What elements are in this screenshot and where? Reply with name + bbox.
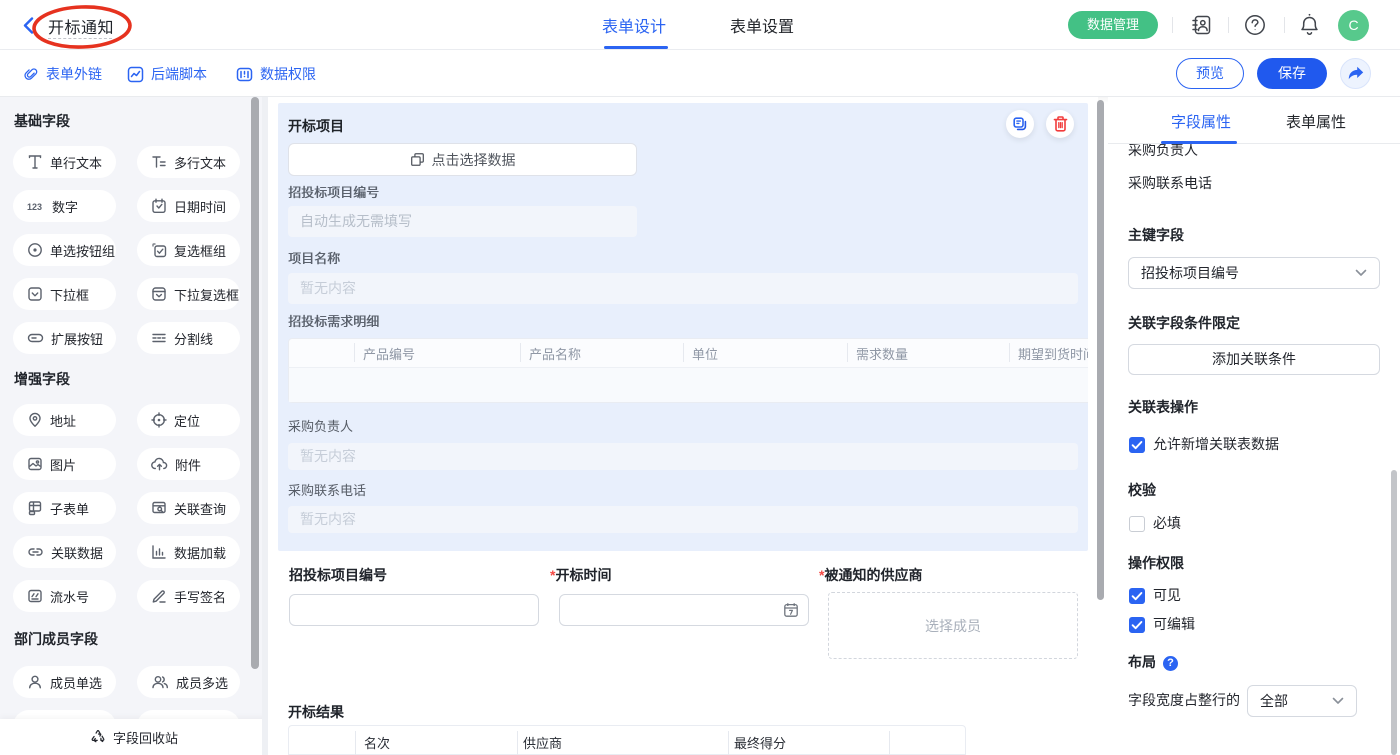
svg-text:123: 123 bbox=[27, 202, 42, 212]
